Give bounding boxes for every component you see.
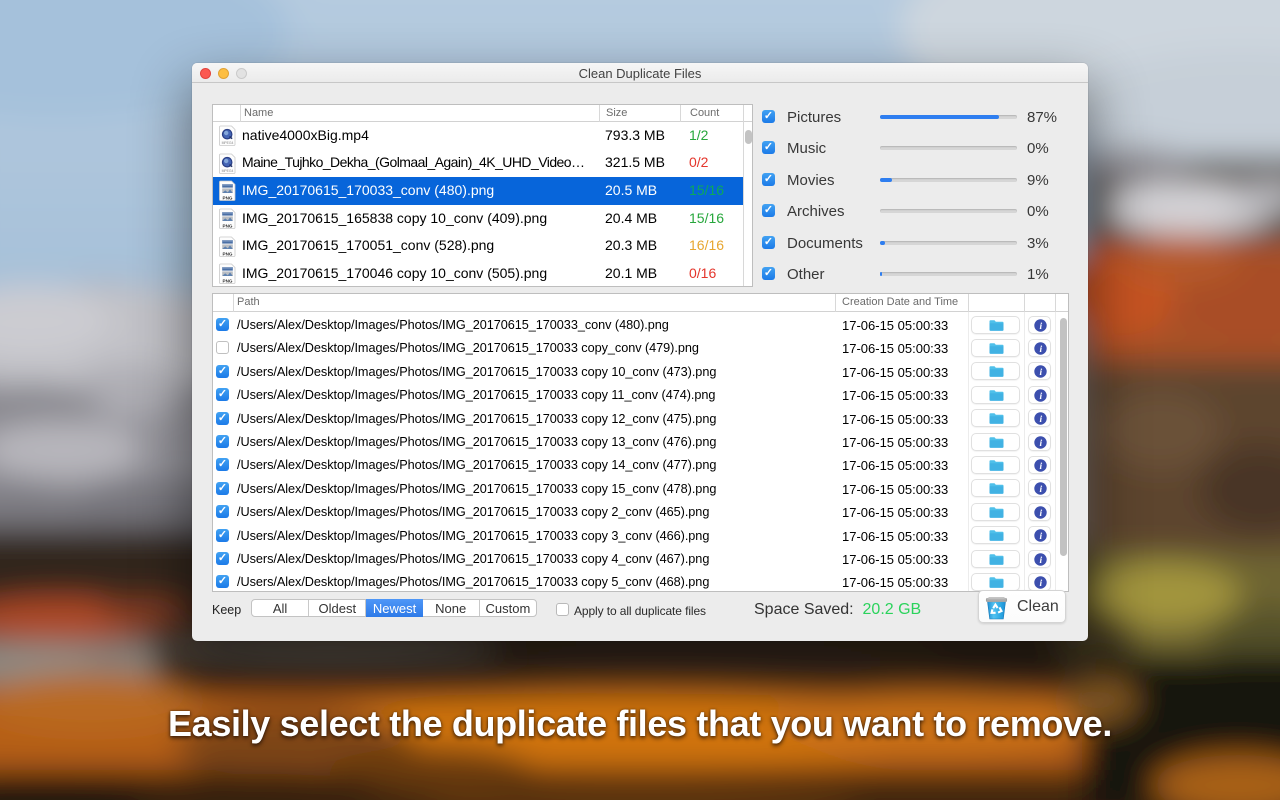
svg-text:i: i (1039, 508, 1042, 518)
svg-text:i: i (1039, 555, 1042, 565)
svg-text:i: i (1039, 415, 1042, 425)
svg-text:i: i (1039, 391, 1042, 401)
svg-text:MPEG4: MPEG4 (222, 141, 234, 145)
svg-text:PNG: PNG (223, 223, 233, 228)
svg-text:i: i (1039, 462, 1042, 472)
svg-text:i: i (1039, 438, 1042, 448)
svg-text:i: i (1039, 321, 1042, 331)
svg-text:i: i (1039, 579, 1042, 589)
svg-text:i: i (1039, 485, 1042, 495)
svg-text:PNG: PNG (223, 196, 233, 201)
svg-text:PNG: PNG (223, 251, 233, 256)
svg-text:PNG: PNG (223, 279, 233, 284)
svg-text:i: i (1039, 532, 1042, 542)
svg-text:i: i (1039, 368, 1042, 378)
svg-text:MPEG4: MPEG4 (222, 169, 234, 173)
svg-text:i: i (1039, 345, 1042, 355)
